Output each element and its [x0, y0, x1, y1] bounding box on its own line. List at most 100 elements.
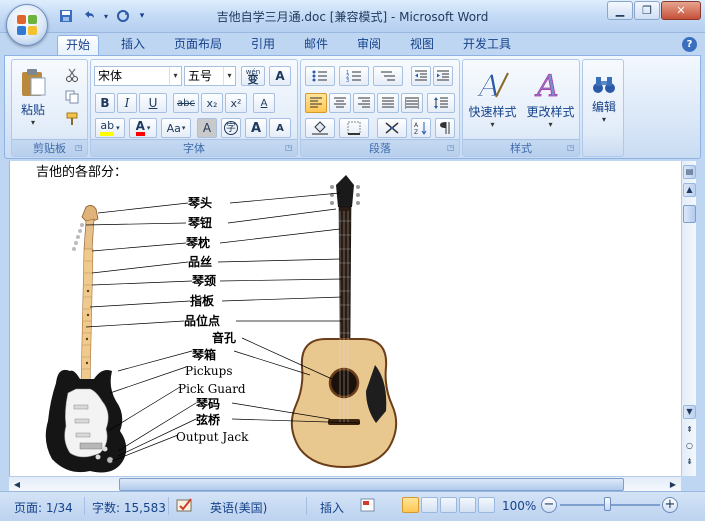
word-count[interactable]: 字数: 15,583	[92, 499, 166, 516]
tab-references[interactable]: 引用	[243, 35, 283, 55]
cut-button[interactable]	[62, 65, 82, 85]
quick-styles-button[interactable]: A 快速样式 ▾	[465, 64, 520, 134]
shading-button[interactable]	[305, 118, 335, 138]
outline-view-button[interactable]	[459, 497, 476, 513]
sort-button[interactable]: AZ	[411, 118, 431, 138]
minimize-button[interactable]: ▁	[607, 1, 633, 20]
undo-dropdown[interactable]: ▾	[102, 7, 110, 25]
proofing-icon[interactable]	[176, 497, 194, 516]
full-screen-reading-view-button[interactable]	[421, 497, 438, 513]
font-color-button[interactable]: A ▾	[129, 118, 157, 138]
undo-button[interactable]	[79, 7, 99, 25]
previous-page-button[interactable]: ⇞	[683, 424, 696, 438]
next-page-button[interactable]: ⇟	[683, 456, 696, 470]
font-size-dropdown-icon[interactable]: ▾	[223, 67, 235, 85]
font-color-dropdown-icon: ▾	[146, 124, 151, 132]
increase-indent-icon	[437, 70, 449, 81]
character-border-button[interactable]: A	[269, 66, 291, 86]
font-group: 宋体 ▾ 五号 ▾ wén 变 A B I U abc x₂ x² A ab ▾…	[90, 59, 298, 157]
help-icon[interactable]: ?	[682, 37, 697, 52]
underline-button[interactable]: U	[139, 93, 167, 113]
character-shading-button[interactable]: A	[197, 118, 217, 138]
chinese-layout-button[interactable]	[377, 118, 407, 138]
scroll-up-button[interactable]: ▲	[683, 183, 696, 197]
print-layout-view-button[interactable]	[402, 497, 419, 513]
horizontal-scroll-thumb[interactable]	[119, 478, 624, 491]
document-page[interactable]: 吉他的各部分： 琴头 琴钮 琴枕 品丝 琴颈 指板 品位点 音孔 琴箱 Pick…	[9, 161, 681, 476]
scroll-down-button[interactable]: ▼	[683, 405, 696, 419]
tab-mailings[interactable]: 邮件	[296, 35, 336, 55]
status-divider	[84, 497, 85, 515]
tab-review[interactable]: 审阅	[349, 35, 389, 55]
select-browse-object-button[interactable]: ○	[683, 440, 696, 454]
align-center-button[interactable]	[329, 93, 351, 113]
tab-insert[interactable]: 插入	[113, 35, 153, 55]
clipboard-launcher-icon[interactable]: ◳	[75, 143, 85, 153]
subscript-button[interactable]: x₂	[201, 93, 223, 113]
paste-icon	[22, 69, 46, 96]
distributed-button[interactable]	[401, 93, 423, 113]
vertical-scroll-thumb[interactable]	[683, 205, 696, 223]
styles-launcher-icon[interactable]: ◳	[567, 143, 577, 153]
superscript-button[interactable]: x²	[225, 93, 247, 113]
paint-bucket-icon	[312, 121, 328, 135]
insert-mode[interactable]: 插入	[320, 499, 344, 516]
ruler-toggle-icon[interactable]: ▤	[683, 165, 696, 179]
font-launcher-icon[interactable]: ◳	[285, 143, 295, 153]
tab-view[interactable]: 视图	[402, 35, 442, 55]
decrease-indent-button[interactable]	[411, 66, 431, 86]
editing-button[interactable]: 编辑 ▾	[585, 64, 623, 134]
highlight-button[interactable]: ab ▾	[95, 118, 125, 138]
change-case-button[interactable]: Aa ▾	[161, 118, 191, 138]
draft-view-button[interactable]	[478, 497, 495, 513]
italic-button[interactable]: I	[117, 93, 137, 113]
shrink-font-button[interactable]: A	[269, 118, 291, 138]
redo-button[interactable]	[113, 7, 133, 25]
tab-developer[interactable]: 开发工具	[455, 35, 519, 55]
zoom-level[interactable]: 100%	[502, 499, 536, 513]
zoom-out-button[interactable]: −	[541, 497, 557, 513]
format-painter-button[interactable]	[62, 109, 82, 129]
strikethrough-button[interactable]: abc	[173, 93, 199, 113]
change-styles-button[interactable]: A 更改样式 ▾	[523, 64, 578, 134]
justify-button[interactable]	[377, 93, 399, 113]
vertical-scrollbar[interactable]: ▤ ▲ ▼ ⇞ ○ ⇟	[681, 161, 696, 476]
horizontal-scrollbar[interactable]: ◀ ▶	[9, 476, 681, 491]
increase-indent-button[interactable]	[433, 66, 453, 86]
line-spacing-button[interactable]	[427, 93, 455, 113]
tab-home[interactable]: 开始	[57, 35, 100, 55]
borders-button[interactable]	[339, 118, 369, 138]
zoom-slider-thumb[interactable]	[604, 497, 611, 511]
macro-record-icon[interactable]	[360, 497, 376, 516]
tab-page-layout[interactable]: 页面布局	[166, 35, 230, 55]
scroll-right-button[interactable]: ▶	[666, 478, 680, 491]
office-button[interactable]	[6, 4, 48, 46]
close-button[interactable]: ✕	[661, 1, 701, 20]
bold-button[interactable]: B	[95, 93, 115, 113]
align-left-button[interactable]	[305, 93, 327, 113]
bullets-button[interactable]	[305, 66, 335, 86]
web-layout-view-button[interactable]	[440, 497, 457, 513]
show-formatting-marks-button[interactable]	[435, 118, 455, 138]
grow-font-button[interactable]: A	[245, 118, 267, 138]
maximize-button[interactable]: ❐	[634, 1, 660, 20]
zoom-in-button[interactable]: +	[662, 497, 678, 513]
customize-qat-button[interactable]: ▾	[136, 7, 148, 25]
phonetic-guide-button[interactable]: wén 变	[241, 66, 265, 86]
copy-button[interactable]	[62, 87, 82, 107]
align-right-button[interactable]	[353, 93, 375, 113]
font-name-combo[interactable]: 宋体 ▾	[94, 66, 182, 86]
numbering-button[interactable]: 123	[339, 66, 369, 86]
scroll-left-button[interactable]: ◀	[10, 478, 24, 491]
font-name-dropdown-icon[interactable]: ▾	[169, 67, 181, 85]
font-size-combo[interactable]: 五号 ▾	[184, 66, 236, 86]
multilevel-list-button[interactable]	[373, 66, 403, 86]
paragraph-group: 123 A Z 段落 ◳	[300, 59, 460, 157]
save-button[interactable]	[56, 7, 76, 25]
paragraph-launcher-icon[interactable]: ◳	[447, 143, 457, 153]
page-count[interactable]: 页面: 1/34	[14, 499, 73, 516]
enclose-characters-button[interactable]: 字	[221, 118, 241, 138]
language[interactable]: 英语(美国)	[210, 499, 267, 516]
paste-button[interactable]: 粘贴 ▾	[16, 64, 50, 130]
clear-formatting-button[interactable]: A	[253, 93, 275, 113]
